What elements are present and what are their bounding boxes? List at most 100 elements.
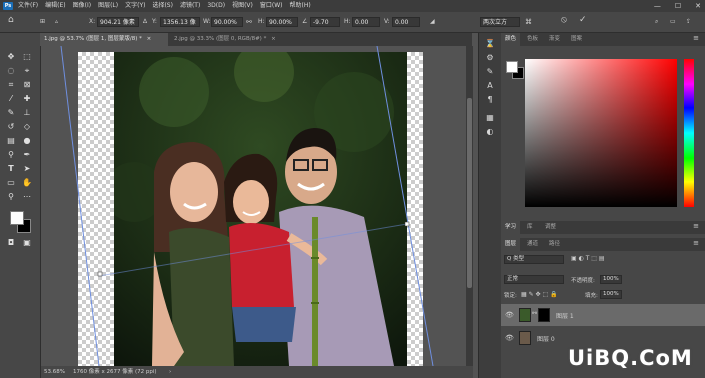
hand-tool-icon[interactable]: ✋ [21, 177, 33, 189]
fill-field[interactable]: 100% [600, 290, 622, 299]
panel-menu-icon[interactable]: ≡ [693, 34, 699, 42]
chain-link-icon[interactable]: ⚯ [532, 310, 537, 317]
relative-position-icon[interactable]: ▵ [55, 17, 58, 27]
commit-transform-icon[interactable]: ✓ [579, 15, 587, 25]
clone-stamp-tool-icon[interactable]: ⊥ [21, 107, 33, 119]
crop-tool-icon[interactable]: ⌗ [5, 79, 17, 91]
link-position-icon[interactable]: ∆ [143, 17, 147, 27]
eraser-tool-icon[interactable]: ◇ [21, 121, 33, 133]
tab-libraries[interactable]: 库 [523, 221, 537, 234]
tab-swatches[interactable]: 色板 [523, 33, 542, 46]
layer-name[interactable]: 图层 1 [556, 311, 574, 320]
filter-icons[interactable]: ▣ ◐ T ⬚ ▤ [571, 255, 605, 262]
scrollbar-thumb[interactable] [467, 98, 472, 288]
interpolation-select[interactable]: 两次立方 [480, 17, 520, 27]
blend-mode-select[interactable]: 正常 [504, 275, 564, 284]
y-position-field[interactable]: 1356.13 像 [160, 17, 200, 27]
tab-gradients[interactable]: 渐变 [545, 33, 564, 46]
panel-menu-icon[interactable]: ≡ [693, 239, 699, 247]
type-tool-icon[interactable]: T [5, 163, 17, 175]
frame-tool-icon[interactable]: ⊠ [21, 79, 33, 91]
move-tool-icon[interactable]: ✥ [5, 51, 17, 63]
pen-tool-icon[interactable]: ✒ [21, 149, 33, 161]
tab-adjustments[interactable]: 调整 [541, 221, 560, 234]
color-picker-field[interactable] [525, 59, 677, 207]
dodge-tool-icon[interactable]: ⚲ [5, 149, 17, 161]
search-icon[interactable]: ⌕ [655, 17, 658, 27]
blur-tool-icon[interactable]: ● [21, 135, 33, 147]
menu-layer[interactable]: 图层(L) [98, 0, 118, 12]
canvas-vertical-scrollbar[interactable] [466, 46, 473, 366]
swatches-panel-icon[interactable]: ▦ [484, 113, 496, 123]
artboard-tool-icon[interactable]: ⬚ [21, 51, 33, 63]
menu-image[interactable]: 图像(I) [73, 0, 91, 12]
layer-mask-thumbnail[interactable] [538, 308, 550, 322]
tab-2-jpg[interactable]: 2.jpg @ 33.3% (图层 0, RGB/8#) * × [170, 33, 288, 46]
brush-tool-icon[interactable]: ✎ [5, 107, 17, 119]
visibility-eye-icon[interactable]: 👁 [505, 334, 514, 342]
menu-3d[interactable]: 3D(D) [207, 0, 225, 12]
more-tools-icon[interactable]: ⋯ [21, 191, 33, 203]
cancel-transform-icon[interactable]: ⦸ [561, 15, 567, 25]
menu-edit[interactable]: 编辑(E) [45, 0, 65, 12]
visibility-eye-icon[interactable]: 👁 [505, 311, 514, 319]
healing-brush-tool-icon[interactable]: ✚ [21, 93, 33, 105]
brush-panel-icon[interactable]: ✎ [484, 67, 496, 77]
path-selection-tool-icon[interactable]: ➤ [21, 163, 33, 175]
transform-bounding-box[interactable] [41, 46, 465, 366]
rotate-angle-field[interactable]: -9.70 [310, 17, 340, 27]
history-panel-icon[interactable]: ⌛ [484, 39, 496, 49]
panel-menu-icon[interactable]: ≡ [693, 222, 699, 230]
opacity-field[interactable]: 100% [600, 275, 622, 284]
tab-layers[interactable]: 图层 [501, 238, 521, 251]
menu-filter[interactable]: 滤镜(T) [180, 0, 200, 12]
status-arrow-icon[interactable]: › [169, 366, 171, 378]
zoom-tool-icon[interactable]: ⚲ [5, 191, 17, 203]
menu-window[interactable]: 窗口(W) [260, 0, 283, 12]
width-field[interactable]: 90.00% [211, 17, 243, 27]
properties-panel-icon[interactable]: ⚙ [484, 53, 496, 63]
minimize-button[interactable]: — [654, 0, 661, 12]
tab-1-jpg[interactable]: 1.jpg @ 53.7% (图层 1, 图层蒙版/8) * × [40, 33, 168, 46]
height-field[interactable]: 90.00% [266, 17, 298, 27]
tab-paths[interactable]: 路径 [545, 238, 564, 251]
horizontal-skew-field[interactable]: 0.00 [352, 17, 380, 27]
menu-help[interactable]: 帮助(H) [290, 0, 311, 12]
menu-file[interactable]: 文件(F) [18, 0, 38, 12]
menu-select[interactable]: 选择(S) [152, 0, 173, 12]
lasso-tool-icon[interactable]: ◌ [5, 65, 17, 77]
paragraph-panel-icon[interactable]: ¶ [484, 95, 496, 105]
home-icon[interactable]: ⌂ [8, 15, 14, 25]
tab-patterns[interactable]: 图案 [567, 33, 586, 46]
vertical-skew-field[interactable]: 0.00 [392, 17, 420, 27]
maximize-button[interactable]: ☐ [675, 0, 681, 12]
eyedropper-tool-icon[interactable]: ⁄ [5, 93, 17, 105]
menu-view[interactable]: 视图(V) [232, 0, 253, 12]
reference-point-icon[interactable]: ⊞ [40, 17, 45, 27]
menu-type[interactable]: 文字(Y) [125, 0, 145, 12]
layer-kind-filter[interactable]: Q 类型 [504, 255, 564, 264]
adjustments-panel-icon[interactable]: ◐ [484, 127, 496, 137]
share-icon[interactable]: ⇪ [686, 17, 691, 27]
rectangle-tool-icon[interactable]: ▭ [5, 177, 17, 189]
hue-slider[interactable] [684, 59, 694, 207]
lock-icons[interactable]: ▦ ✎ ✥ ⬚ 🔒 [521, 291, 558, 298]
zoom-level[interactable]: 53.68% [44, 366, 65, 378]
link-aspect-icon[interactable]: ⚯ [246, 17, 252, 27]
history-brush-tool-icon[interactable]: ↺ [5, 121, 17, 133]
tab-color[interactable]: 颜色 [501, 33, 521, 46]
warp-icon[interactable]: ⌘ [525, 17, 532, 27]
close-window-button[interactable]: ✕ [695, 0, 701, 12]
gradient-tool-icon[interactable]: ▤ [5, 135, 17, 147]
layer-name[interactable]: 图层 0 [537, 334, 555, 343]
quick-select-tool-icon[interactable]: ⌖ [21, 65, 33, 77]
screen-mode-icon[interactable]: ▣ [21, 237, 33, 249]
close-tab-icon[interactable]: × [271, 36, 276, 42]
tab-learn[interactable]: 学习 [501, 221, 521, 234]
color-panel-foreground[interactable] [506, 61, 518, 73]
quick-mask-icon[interactable]: ◘ [5, 237, 17, 249]
tab-channels[interactable]: 通道 [523, 238, 542, 251]
workspace-icon[interactable]: ▭ [670, 17, 676, 27]
character-panel-icon[interactable]: A [484, 81, 496, 91]
close-tab-icon[interactable]: × [147, 36, 152, 42]
